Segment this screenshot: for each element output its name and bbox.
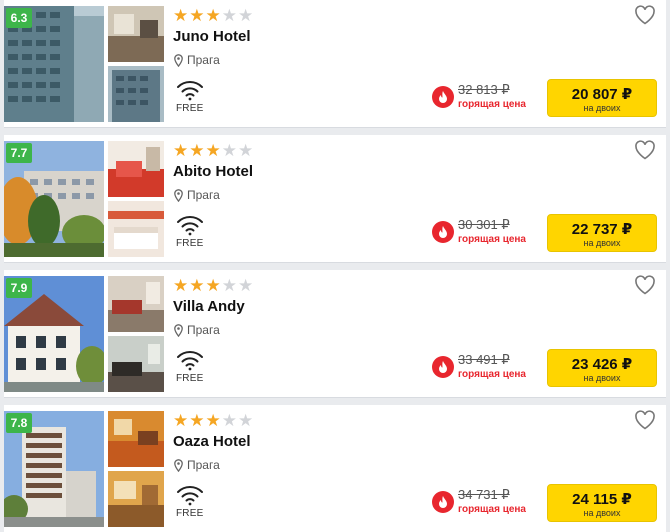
price-value: 23 426 ₽ xyxy=(571,356,633,373)
heart-outline-icon[interactable] xyxy=(634,140,656,160)
hotel-photo-main[interactable]: 6.3 xyxy=(4,6,104,122)
hotel-name[interactable]: Oaza Hotel xyxy=(173,433,251,450)
fire-icon xyxy=(432,221,454,243)
map-pin-icon xyxy=(174,53,183,67)
hotel-photo-main[interactable]: 7.9 xyxy=(4,276,104,392)
hotel-card[interactable]: 6.3 ★ ★ ★ ★ ★ Juno Hotel Прага FREE 32 8… xyxy=(4,0,666,128)
hotel-location: Прага xyxy=(174,53,220,67)
hotel-photo-thumb[interactable] xyxy=(108,201,164,257)
map-pin-icon xyxy=(174,458,183,472)
price-note: на двоих xyxy=(583,508,621,518)
star-icon: ★ xyxy=(205,141,221,160)
star-icon: ★ xyxy=(238,276,254,295)
hotel-photo-thumb[interactable] xyxy=(108,471,164,527)
rating-badge: 6.3 xyxy=(6,8,32,28)
hotel-location: Прага xyxy=(174,458,220,472)
price-note: на двоих xyxy=(583,373,621,383)
star-icon: ★ xyxy=(238,411,254,430)
hotel-card[interactable]: 7.7 ★ ★ ★ ★ ★ Abito Hotel Прага FREE 30 … xyxy=(4,135,666,263)
wifi-label: FREE xyxy=(176,103,204,114)
hotel-photo-main[interactable]: 7.7 xyxy=(4,141,104,257)
price-button[interactable]: 20 807 ₽ на двоих xyxy=(547,79,657,117)
price-value: 22 737 ₽ xyxy=(571,221,633,238)
hotel-name[interactable]: Villa Andy xyxy=(173,298,245,315)
location-label: Прага xyxy=(187,53,220,67)
star-icon: ★ xyxy=(238,6,254,25)
star-icon: ★ xyxy=(189,6,205,25)
old-price: 30 301 ₽ xyxy=(458,217,510,232)
location-label: Прага xyxy=(187,458,220,472)
location-label: Прага xyxy=(187,188,220,202)
rating-badge: 7.9 xyxy=(6,278,32,298)
wifi-icon xyxy=(177,486,203,506)
wifi-label: FREE xyxy=(176,238,204,249)
map-pin-icon xyxy=(174,188,183,202)
hotel-photo-main[interactable]: 7.8 xyxy=(4,411,104,527)
heart-outline-icon[interactable] xyxy=(634,5,656,25)
rating-badge: 7.8 xyxy=(6,413,32,433)
old-price: 33 491 ₽ xyxy=(458,352,510,367)
heart-outline-icon[interactable] xyxy=(634,410,656,430)
price-note: на двоих xyxy=(583,103,621,113)
hotel-location: Прага xyxy=(174,188,220,202)
star-icon: ★ xyxy=(173,6,189,25)
hotel-photo-thumb[interactable] xyxy=(108,6,164,62)
star-icon: ★ xyxy=(173,276,189,295)
price-button[interactable]: 24 115 ₽ на двоих xyxy=(547,484,657,522)
star-icon: ★ xyxy=(221,6,237,25)
wifi-label: FREE xyxy=(176,508,204,519)
hotel-card[interactable]: 7.9 ★ ★ ★ ★ ★ Villa Andy Прага FREE 33 4… xyxy=(4,270,666,398)
wifi-icon xyxy=(177,81,203,101)
wifi-icon xyxy=(177,351,203,371)
star-icon: ★ xyxy=(189,411,205,430)
price-value: 20 807 ₽ xyxy=(571,86,633,103)
wifi-icon xyxy=(177,216,203,236)
hotel-name[interactable]: Abito Hotel xyxy=(173,163,253,180)
star-icon: ★ xyxy=(173,411,189,430)
price-note: на двоих xyxy=(583,238,621,248)
star-icon: ★ xyxy=(205,411,221,430)
star-icon: ★ xyxy=(173,141,189,160)
price-button[interactable]: 22 737 ₽ на двоих xyxy=(547,214,657,252)
map-pin-icon xyxy=(174,323,183,337)
hot-price-label: горящая цена xyxy=(458,369,526,380)
hotel-card[interactable]: 7.8 ★ ★ ★ ★ ★ Oaza Hotel Прага FREE 34 7… xyxy=(4,405,666,532)
star-icon: ★ xyxy=(189,276,205,295)
star-icon: ★ xyxy=(221,411,237,430)
star-icon: ★ xyxy=(238,141,254,160)
wifi-label: FREE xyxy=(176,373,204,384)
hotel-photo-thumb[interactable] xyxy=(108,336,164,392)
old-price: 34 731 ₽ xyxy=(458,487,510,502)
fire-icon xyxy=(432,86,454,108)
heart-outline-icon[interactable] xyxy=(634,275,656,295)
star-icon: ★ xyxy=(221,141,237,160)
star-icon: ★ xyxy=(205,276,221,295)
hot-price-label: горящая цена xyxy=(458,99,526,110)
price-value: 24 115 ₽ xyxy=(572,491,632,508)
price-button[interactable]: 23 426 ₽ на двоих xyxy=(547,349,657,387)
hot-price-label: горящая цена xyxy=(458,234,526,245)
star-rating: ★ ★ ★ ★ ★ xyxy=(173,7,253,24)
star-icon: ★ xyxy=(205,6,221,25)
star-rating: ★ ★ ★ ★ ★ xyxy=(173,277,253,294)
star-icon: ★ xyxy=(221,276,237,295)
hotel-photo-thumb[interactable] xyxy=(108,141,164,197)
hotel-name[interactable]: Juno Hotel xyxy=(173,28,251,45)
location-label: Прага xyxy=(187,323,220,337)
rating-badge: 7.7 xyxy=(6,143,32,163)
hotel-photo-thumb[interactable] xyxy=(108,276,164,332)
fire-icon xyxy=(432,356,454,378)
hot-price-label: горящая цена xyxy=(458,504,526,515)
old-price: 32 813 ₽ xyxy=(458,82,510,97)
fire-icon xyxy=(432,491,454,513)
hotel-photo-thumb[interactable] xyxy=(108,411,164,467)
hotel-photo-thumb[interactable] xyxy=(108,66,164,122)
star-rating: ★ ★ ★ ★ ★ xyxy=(173,412,253,429)
star-rating: ★ ★ ★ ★ ★ xyxy=(173,142,253,159)
hotel-location: Прага xyxy=(174,323,220,337)
star-icon: ★ xyxy=(189,141,205,160)
